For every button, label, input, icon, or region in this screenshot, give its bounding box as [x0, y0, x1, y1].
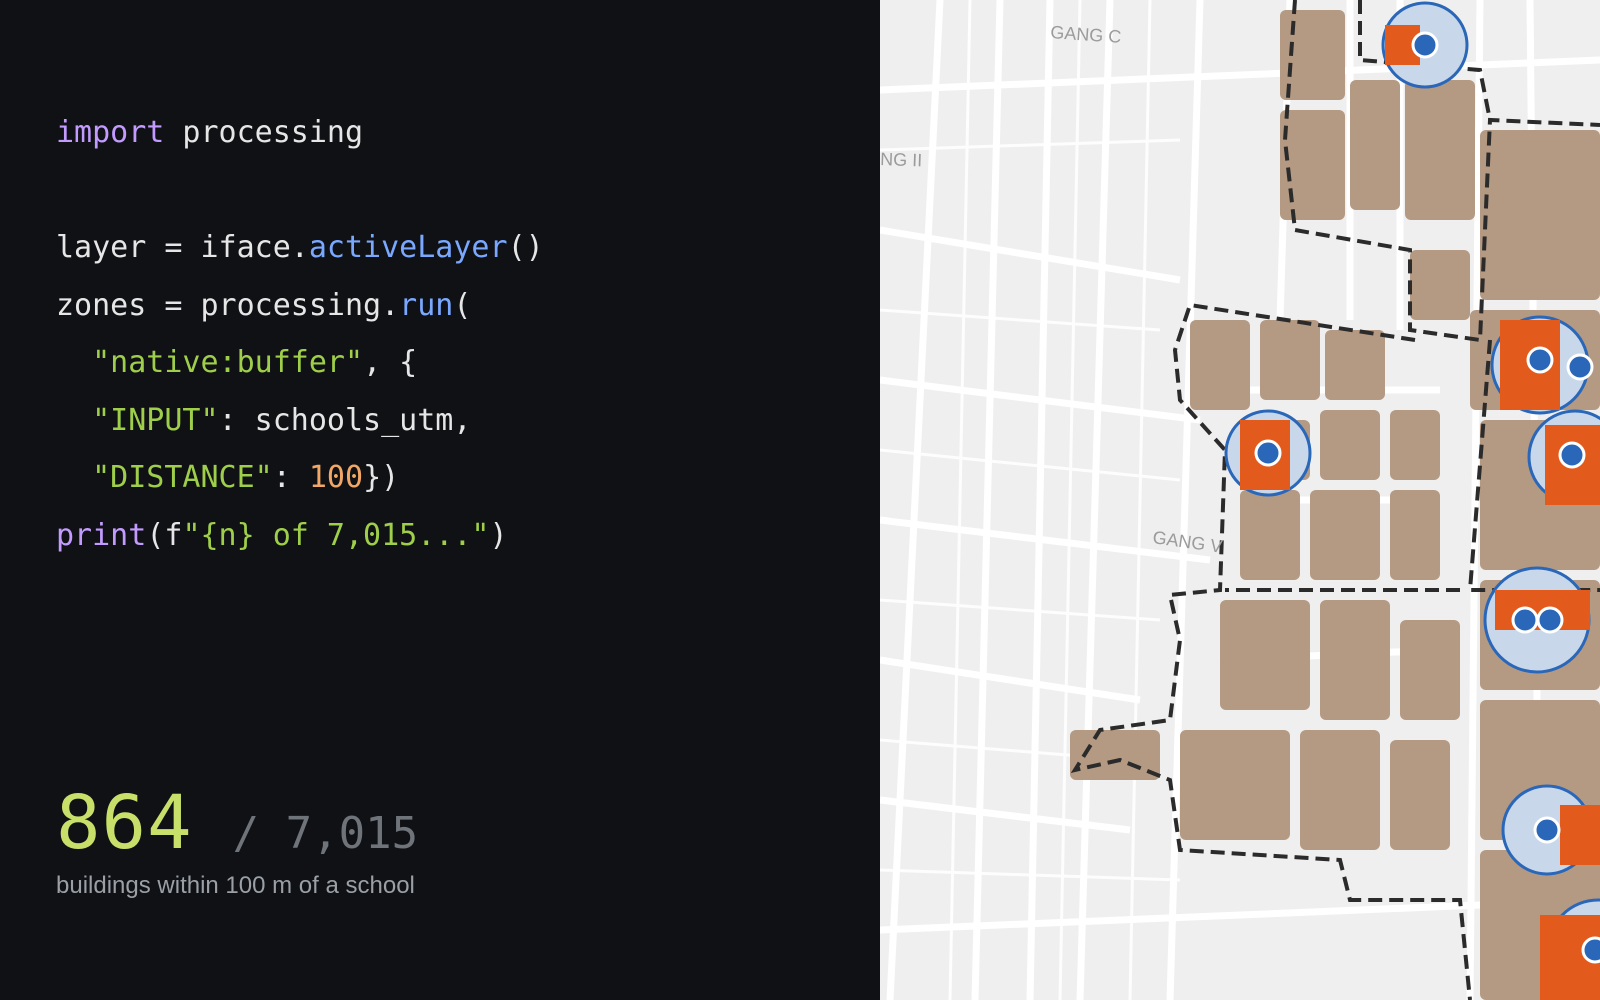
code-line: print(f"{n} of 7,015...") — [56, 507, 544, 565]
code-token: processing — [164, 115, 364, 150]
code-line: zones = processing.run( — [56, 277, 544, 335]
school-buffer — [1381, 1, 1469, 89]
code-token: run — [399, 287, 454, 323]
code-token: }) — [363, 460, 400, 495]
code-token: : — [272, 460, 309, 495]
code-token: , { — [363, 345, 418, 380]
map-panel: GANG C NG II GANG V — [880, 0, 1600, 1000]
school-buffer — [1483, 566, 1591, 674]
stat-total: / 7,015 — [232, 808, 419, 859]
school-buffer — [1224, 409, 1312, 497]
code-panel: import processing layer = iface.activeLay… — [0, 0, 880, 1000]
stat-block: 864 / 7,015 — [56, 780, 418, 866]
code-token: "DISTANCE" — [92, 460, 273, 495]
code-token: activeLayer — [308, 230, 508, 265]
code-token: (f — [146, 517, 183, 553]
code-token: "INPUT" — [92, 402, 219, 438]
code-token: "{n} of 7,015..." — [182, 517, 490, 553]
slide: import processing layer = iface.activeLay… — [0, 0, 1600, 1000]
code-line: import processing — [56, 104, 544, 162]
code-token: layer = iface. — [56, 230, 309, 265]
code-line: "DISTANCE": 100}) — [56, 449, 544, 507]
school-buffer — [1540, 898, 1600, 1000]
code-line: layer = iface.activeLayer() — [56, 219, 544, 277]
code-token: zones = processing. — [56, 287, 400, 323]
code-token: 100 — [308, 460, 364, 495]
code-line: "INPUT": schools_utm, — [56, 392, 544, 450]
code-token: "native:buffer" — [92, 345, 364, 380]
stat-caption: buildings within 100 m of a school — [56, 872, 415, 899]
code-token: () — [507, 230, 544, 265]
code-line: "native:buffer", { — [56, 334, 544, 392]
stat-count: 864 — [56, 780, 193, 866]
street-label: GANG C — [1050, 22, 1122, 47]
map-canvas: GANG C NG II GANG V — [880, 0, 1600, 1000]
code-token: import — [56, 115, 165, 150]
street-label: NG II — [880, 149, 923, 170]
code-token: ( — [453, 287, 472, 323]
code-token: : schools_utm, — [218, 402, 472, 438]
code-block: import processing layer = iface.activeLay… — [56, 104, 544, 564]
code-token: ) — [489, 517, 508, 553]
code-token: print — [56, 517, 147, 553]
